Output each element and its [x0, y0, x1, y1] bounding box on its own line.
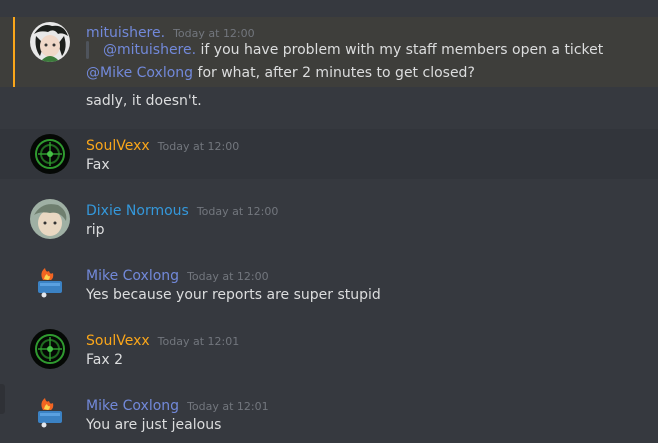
timestamp: Today at 12:00 [196, 205, 279, 218]
message: Mike Coxlong Today at 12:01 You are just … [0, 389, 658, 443]
message-text: rip [86, 222, 105, 238]
author-name[interactable]: Mike Coxlong [86, 268, 179, 284]
message-text: Fax 2 [86, 352, 123, 368]
author-name[interactable]: Dixie Normous [86, 203, 189, 219]
author-name[interactable]: Mike Coxlong [86, 398, 179, 414]
timestamp: Today at 12:00 [187, 270, 269, 283]
mention[interactable]: @mituishere. [103, 42, 196, 58]
timestamp: Today at 12:00 [173, 27, 255, 40]
avatar[interactable] [30, 199, 70, 239]
message: Mike Coxlong Today at 12:00 Yes because y… [0, 259, 658, 309]
reply-text: for what, after 2 minutes to get closed? [193, 65, 475, 81]
message-highlighted: mituishere. Today at 12:00 @mituishere. i… [0, 17, 658, 87]
mention[interactable]: @Mike Coxlong [86, 65, 193, 81]
author-name[interactable]: mituishere. [86, 25, 165, 41]
avatar[interactable] [30, 22, 70, 62]
quote-line: @mituishere. if you have problem with my… [103, 42, 603, 58]
timestamp: Today at 12:00 [157, 140, 240, 153]
avatar[interactable] [30, 394, 70, 434]
message-text: sadly, it doesn't. [86, 93, 202, 109]
avatar[interactable] [30, 134, 70, 174]
quote-text: if you have problem with my staff member… [196, 42, 604, 58]
author-name[interactable]: SoulVexx [86, 333, 150, 349]
scroll-handle[interactable] [0, 384, 5, 414]
timestamp: Today at 12:01 [157, 335, 240, 348]
timestamp: Today at 12:01 [187, 400, 269, 413]
message: Dixie Normous Today at 12:00 rip [0, 194, 658, 244]
avatar[interactable] [30, 264, 70, 304]
message-text: Yes because your reports are super stupi… [86, 287, 381, 303]
avatar[interactable] [30, 329, 70, 369]
message: SoulVexx Today at 12:01 Fax 2 [0, 324, 658, 374]
message-text: Fax [86, 157, 110, 173]
reply-line: @Mike Coxlong for what, after 2 minutes … [86, 65, 475, 81]
author-name[interactable]: SoulVexx [86, 138, 150, 154]
message: SoulVexx Today at 12:00 Fax [0, 129, 658, 179]
quote-bar [86, 41, 89, 59]
message-text: You are just jealous [86, 417, 222, 433]
